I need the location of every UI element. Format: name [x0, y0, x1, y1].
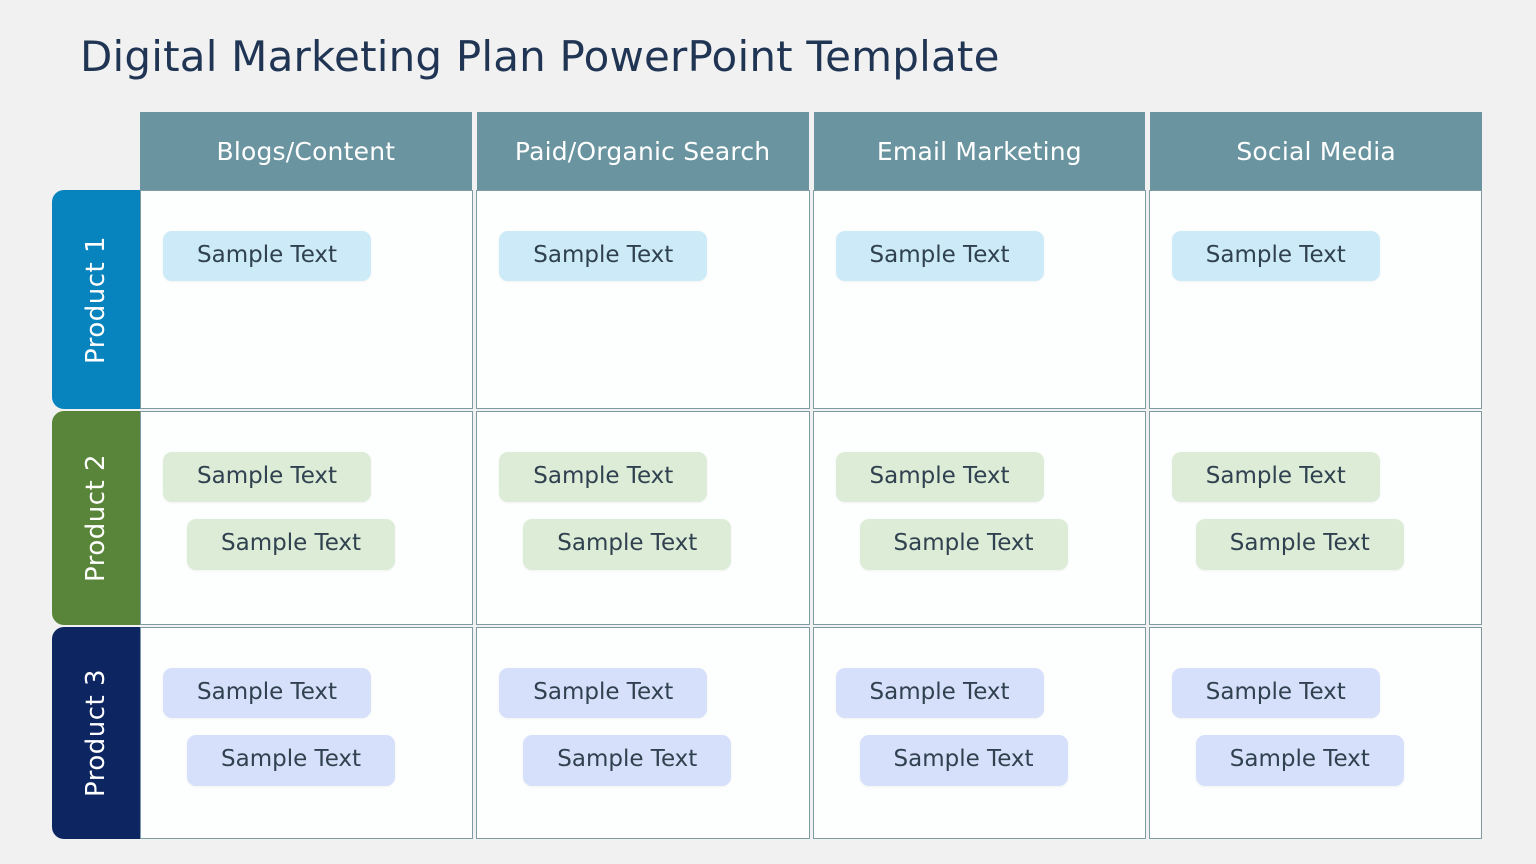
- cell-product1-email-marketing[interactable]: Sample Text: [812, 190, 1146, 409]
- sample-text-pill[interactable]: Sample Text: [835, 668, 1044, 719]
- sample-text-pill[interactable]: Sample Text: [187, 519, 396, 570]
- column-header-email-marketing[interactable]: Email Marketing: [813, 112, 1146, 190]
- column-header-paid-organic-search[interactable]: Paid/Organic Search: [476, 112, 809, 190]
- matrix-body: Product 1 Sample Text Sample Text Sample…: [52, 190, 1482, 839]
- row-tab-product-3[interactable]: Product 3: [52, 627, 140, 839]
- cell-product2-blogs-content[interactable]: Sample Text Sample Text: [140, 411, 474, 625]
- row-tab-label: Product 3: [81, 668, 111, 798]
- pill-wrap: Sample Text: [499, 231, 808, 282]
- cell-product2-email-marketing[interactable]: Sample Text Sample Text: [812, 411, 1146, 625]
- pill-wrap: Sample Text: [163, 668, 472, 719]
- cell-product1-paid-organic-search[interactable]: Sample Text: [476, 190, 810, 409]
- column-header-label: Email Marketing: [876, 136, 1082, 166]
- pill-wrap: Sample Text: [835, 668, 1145, 719]
- sample-text-pill[interactable]: Sample Text: [1171, 668, 1380, 719]
- sample-text-pill[interactable]: Sample Text: [163, 231, 372, 282]
- column-header-blogs-content[interactable]: Blogs/Content: [140, 112, 472, 190]
- cell-product3-paid-organic-search[interactable]: Sample Text Sample Text: [476, 627, 810, 839]
- column-header-label: Paid/Organic Search: [514, 136, 771, 166]
- pill-wrap: Sample Text: [523, 735, 808, 786]
- matrix-row: Product 3 Sample Text Sample Text Sample…: [52, 627, 1482, 839]
- row-tab-product-1[interactable]: Product 1: [52, 190, 140, 409]
- row-tab-label: Product 2: [81, 453, 111, 583]
- pill-wrap: Sample Text: [1171, 452, 1481, 503]
- matrix-row: Product 1 Sample Text Sample Text Sample…: [52, 190, 1482, 409]
- sample-text-pill[interactable]: Sample Text: [1195, 519, 1404, 570]
- sample-text-pill[interactable]: Sample Text: [499, 668, 708, 719]
- sample-text-pill[interactable]: Sample Text: [835, 231, 1044, 282]
- pill-wrap: Sample Text: [523, 519, 808, 570]
- row-tab-label: Product 1: [81, 235, 111, 364]
- pill-wrap: Sample Text: [835, 231, 1145, 282]
- cell-product3-social-media[interactable]: Sample Text Sample Text: [1148, 627, 1482, 839]
- column-header-social-media[interactable]: Social Media: [1150, 112, 1482, 190]
- marketing-plan-matrix: Blogs/Content Paid/Organic Search Email …: [52, 112, 1482, 839]
- cell-product3-email-marketing[interactable]: Sample Text Sample Text: [812, 627, 1146, 839]
- page-title: Digital Marketing Plan PowerPoint Templa…: [80, 32, 1000, 81]
- pill-wrap: Sample Text: [163, 231, 472, 282]
- sample-text-pill[interactable]: Sample Text: [523, 735, 732, 786]
- cell-product2-social-media[interactable]: Sample Text Sample Text: [1148, 411, 1482, 625]
- column-header-label: Social Media: [1236, 136, 1396, 166]
- pill-wrap: Sample Text: [499, 452, 808, 503]
- cell-product2-paid-organic-search[interactable]: Sample Text Sample Text: [476, 411, 810, 625]
- sample-text-pill[interactable]: Sample Text: [499, 452, 708, 503]
- matrix-row: Product 2 Sample Text Sample Text Sample…: [52, 411, 1482, 625]
- pill-wrap: Sample Text: [163, 452, 472, 503]
- pill-wrap: Sample Text: [1171, 231, 1481, 282]
- matrix-header-row: Blogs/Content Paid/Organic Search Email …: [140, 112, 1482, 190]
- sample-text-pill[interactable]: Sample Text: [187, 735, 396, 786]
- sample-text-pill[interactable]: Sample Text: [859, 735, 1068, 786]
- sample-text-pill[interactable]: Sample Text: [499, 231, 708, 282]
- pill-wrap: Sample Text: [1171, 668, 1481, 719]
- pill-wrap: Sample Text: [835, 452, 1145, 503]
- pill-wrap: Sample Text: [1195, 519, 1481, 570]
- row-tab-product-2[interactable]: Product 2: [52, 411, 140, 625]
- sample-text-pill[interactable]: Sample Text: [835, 452, 1044, 503]
- pill-wrap: Sample Text: [187, 735, 472, 786]
- sample-text-pill[interactable]: Sample Text: [523, 519, 732, 570]
- pill-wrap: Sample Text: [1195, 735, 1481, 786]
- sample-text-pill[interactable]: Sample Text: [163, 668, 372, 719]
- pill-wrap: Sample Text: [859, 735, 1145, 786]
- pill-wrap: Sample Text: [859, 519, 1145, 570]
- sample-text-pill[interactable]: Sample Text: [1195, 735, 1404, 786]
- sample-text-pill[interactable]: Sample Text: [1171, 452, 1380, 503]
- sample-text-pill[interactable]: Sample Text: [163, 452, 372, 503]
- cell-product1-social-media[interactable]: Sample Text: [1148, 190, 1482, 409]
- column-header-label: Blogs/Content: [216, 136, 396, 166]
- cell-product1-blogs-content[interactable]: Sample Text: [140, 190, 474, 409]
- pill-wrap: Sample Text: [187, 519, 472, 570]
- pill-wrap: Sample Text: [499, 668, 808, 719]
- sample-text-pill[interactable]: Sample Text: [859, 519, 1068, 570]
- sample-text-pill[interactable]: Sample Text: [1171, 231, 1380, 282]
- cell-product3-blogs-content[interactable]: Sample Text Sample Text: [140, 627, 474, 839]
